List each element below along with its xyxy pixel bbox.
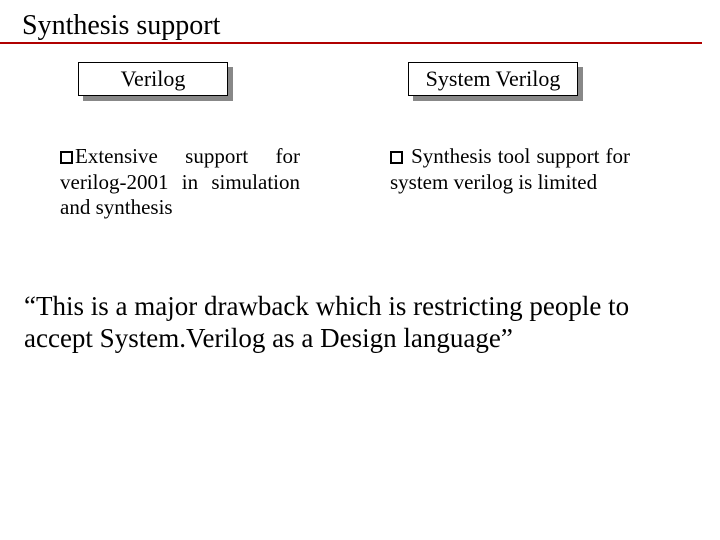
right-heading-box: System Verilog [408,62,578,96]
right-bullet-block: Synthesis tool support for system verilo… [390,144,630,195]
left-bullet-block: Extensive support for verilog-2001 in si… [60,144,300,221]
quote-text: “This is a major drawback which is restr… [24,291,629,353]
right-heading-label: System Verilog [408,62,578,96]
title-area: Synthesis support [0,0,702,44]
quote-block: “This is a major drawback which is restr… [0,291,720,355]
left-heading-box: Verilog [78,62,228,96]
right-column: System Verilog Synthesis tool support fo… [390,62,640,221]
left-column: Verilog Extensive support for verilog-20… [60,62,310,221]
left-heading-text: Verilog [121,66,186,92]
left-heading-label: Verilog [78,62,228,96]
left-bullet-row: Extensive support for verilog-2001 in si… [60,144,300,221]
right-bullet-text: Synthesis tool support for system verilo… [390,144,630,194]
right-heading-text: System Verilog [426,66,561,92]
right-bullet-row: Synthesis tool support for system verilo… [390,144,630,195]
slide: Synthesis support Verilog Extensive supp… [0,0,720,540]
slide-title: Synthesis support [22,10,220,41]
left-bullet-text: Extensive support for verilog-2001 in si… [60,144,300,219]
square-bullet-icon [390,151,403,164]
square-bullet-icon [60,151,73,164]
columns: Verilog Extensive support for verilog-20… [0,44,720,221]
